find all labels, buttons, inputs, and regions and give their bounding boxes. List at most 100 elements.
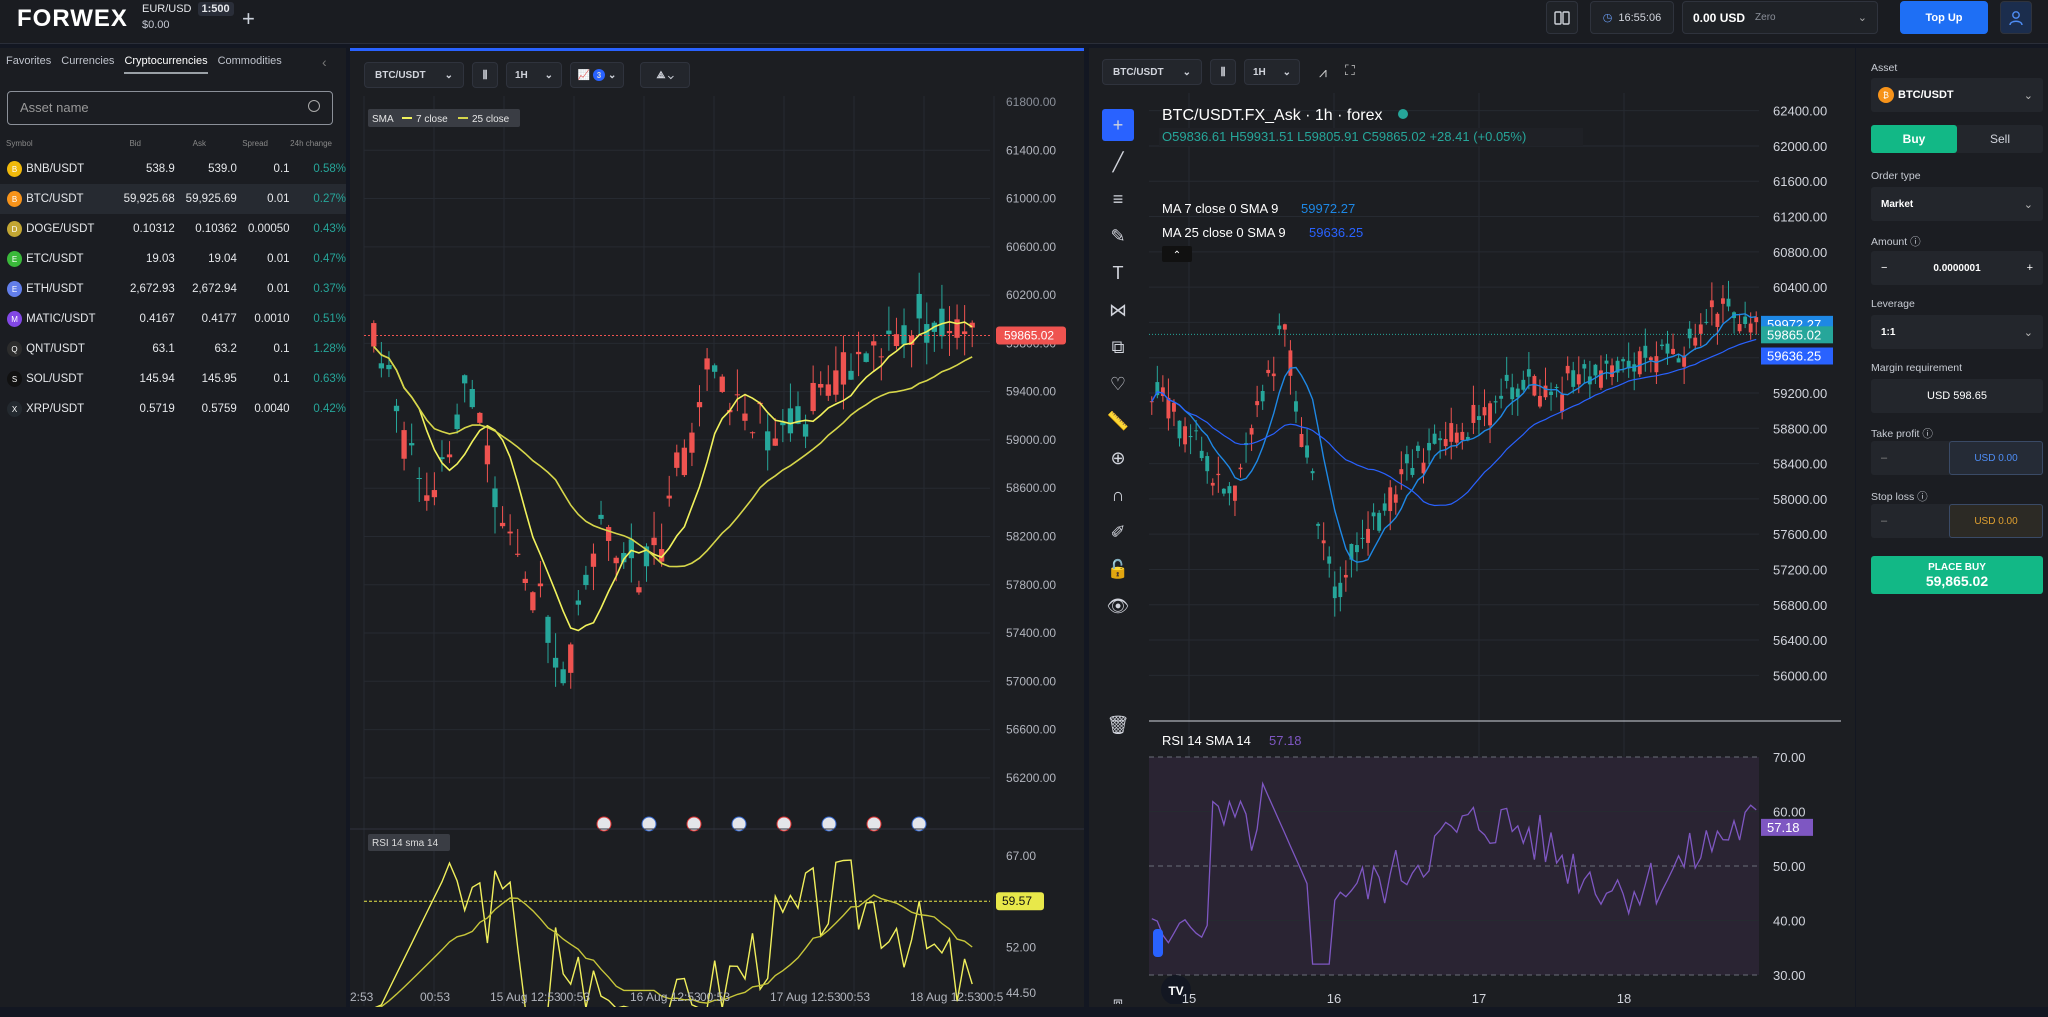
- asset-symbol: MATIC/USDT: [26, 313, 96, 325]
- price-tick: 60600.00: [1006, 240, 1056, 254]
- candle: [424, 495, 430, 501]
- user-profile-button[interactable]: [2000, 1, 2032, 34]
- candle: [1510, 387, 1515, 400]
- sell-button[interactable]: Sell: [1957, 125, 2043, 153]
- candle: [1377, 512, 1382, 531]
- place-buy-button[interactable]: PLACE BUY 59,865.02: [1871, 556, 2043, 594]
- asset-table-header: Symbol Bid Ask Spread 24h change: [6, 139, 336, 148]
- asset-symbol: ETH/USDT: [26, 283, 84, 295]
- header-change[interactable]: 24h change: [268, 139, 332, 148]
- asset-change: 0.47%: [313, 253, 346, 265]
- chart2-indicators-icon[interactable]: ⩘: [1319, 64, 1327, 81]
- stop-loss-value[interactable]: USD 0.00: [1949, 504, 2043, 538]
- rsi-tick: 70.00: [1773, 750, 1806, 765]
- candle: [552, 657, 559, 668]
- header-ask[interactable]: Ask: [141, 139, 206, 148]
- chart2-interval-selector[interactable]: 1H ⌄: [1244, 59, 1300, 85]
- asset-change: 0.43%: [313, 223, 346, 235]
- asset-change: 1.28%: [313, 343, 346, 355]
- chart2-canvas[interactable]: + ╱ ≡ ✎ T ⋈ ⧉ ♡ 📏 ⊕ ∩ ✐ 🔓 👁 🗑 ⧈ 62400.00 62000.00 61600.00…: [1089, 93, 1855, 1004]
- price-tick: 62000.00: [1773, 139, 1827, 154]
- trend-line-icon: ╱: [1112, 151, 1125, 173]
- price-tick: 57000.00: [1006, 674, 1056, 688]
- asset-selector[interactable]: ₿ BTC/USDT ⌄: [1871, 78, 2043, 112]
- asset-row[interactable]: Q QNT/USDT 63.1 63.2 0.1 1.28%: [0, 334, 346, 364]
- asset-row[interactable]: B BNB/USDT 538.9 539.0 0.1 0.58%: [0, 154, 346, 184]
- chart2-candle-type-button[interactable]: ⫼: [1210, 59, 1236, 85]
- candle: [1698, 324, 1703, 334]
- chart1-candle-type-button[interactable]: ⫼: [472, 62, 498, 88]
- time-tick: 15 Aug 12:53: [490, 990, 561, 1004]
- candle: [1188, 436, 1193, 438]
- asset-row[interactable]: B BTC/USDT 59,925.68 59,925.69 0.01 0.27%: [0, 184, 346, 214]
- candle: [568, 644, 574, 673]
- chart1-canvas[interactable]: 61800.00 61400.00 61000.00 60600.00 60200.00…: [350, 96, 1084, 1007]
- buy-button[interactable]: Buy: [1871, 125, 1957, 153]
- price-tick: 56400.00: [1773, 633, 1827, 648]
- price-tick: 60200.00: [1006, 288, 1056, 302]
- candle: [696, 402, 703, 408]
- logo[interactable]: FORWEX: [17, 5, 128, 33]
- tab-currencies[interactable]: Currencies: [61, 55, 114, 74]
- leverage-select[interactable]: 1:1 ⌄: [1871, 315, 2043, 349]
- price-tick: 59200.00: [1773, 386, 1827, 401]
- coin-icon: Q: [7, 341, 23, 357]
- add-tab-icon[interactable]: +: [242, 6, 255, 32]
- chart1-drawing-button[interactable]: ⟁ ⌄: [640, 62, 690, 88]
- order-type-select[interactable]: Market ⌄: [1871, 187, 2043, 221]
- top-up-button[interactable]: Top Up: [1900, 1, 1988, 34]
- asset-search-input[interactable]: Asset name: [7, 91, 333, 125]
- take-profit-field[interactable]: – USD 0.00: [1871, 441, 2043, 475]
- header-symbol[interactable]: Symbol: [6, 139, 86, 148]
- candle: [1748, 323, 1753, 333]
- layout-toggle-button[interactable]: [1546, 1, 1578, 34]
- tab-favorites[interactable]: Favorites: [6, 55, 51, 74]
- info-icon[interactable]: ⓘ: [1910, 236, 1921, 248]
- price-tick: 58600.00: [1006, 481, 1056, 495]
- candle: [477, 412, 483, 423]
- account-summary[interactable]: EUR/USD 1:500 $0.00: [142, 2, 234, 31]
- rsi-tick: 30.00: [1773, 968, 1806, 983]
- asset-row[interactable]: E ETC/USDT 19.03 19.04 0.01 0.47%: [0, 244, 346, 274]
- chart1-interval-selector[interactable]: 1H ⌄: [506, 62, 562, 88]
- header-bid[interactable]: Bid: [86, 139, 141, 148]
- chevron-down-icon: ⌄: [2023, 326, 2033, 339]
- asset-row[interactable]: D DOGE/USDT 0.10312 0.10362 0.00050 0.43%: [0, 214, 346, 244]
- tab-commodities[interactable]: Commodities: [218, 55, 282, 74]
- coin-icon: B: [7, 161, 23, 177]
- candle: [409, 443, 415, 446]
- amount-stepper[interactable]: − 0.0000001 +: [1871, 251, 2043, 285]
- stop-loss-label-text: Stop loss: [1871, 491, 1915, 503]
- collapse-panel-icon[interactable]: ‹: [322, 54, 327, 70]
- candle: [1299, 433, 1304, 448]
- asset-spread: 0.01: [267, 193, 290, 205]
- candle: [1687, 328, 1692, 339]
- plus-icon[interactable]: +: [2027, 262, 2033, 274]
- chart1-indicators-button[interactable]: 📈 3 ⌄: [570, 62, 624, 88]
- stop-loss-field[interactable]: – USD 0.00: [1871, 504, 2043, 538]
- info-icon[interactable]: ⓘ: [1922, 428, 1933, 440]
- chart1-symbol-selector[interactable]: BTC/USDT ⌄: [364, 62, 464, 88]
- asset-row[interactable]: E ETH/USDT 2,672.93 2,672.94 0.01 0.37%: [0, 274, 346, 304]
- info-icon[interactable]: ⓘ: [1917, 491, 1928, 503]
- chart2-symbol-selector[interactable]: BTC/USDT ⌄: [1102, 59, 1202, 85]
- stop-loss-input[interactable]: –: [1871, 515, 1949, 527]
- candle: [628, 539, 634, 559]
- chevron-down-icon: ⌄: [544, 69, 553, 81]
- candle: [825, 384, 831, 396]
- candle: [393, 405, 400, 412]
- header-spread[interactable]: Spread: [206, 139, 268, 148]
- take-profit-value[interactable]: USD 0.00: [1949, 441, 2043, 475]
- minus-icon[interactable]: −: [1881, 262, 1887, 274]
- asset-row[interactable]: S SOL/USDT 145.94 145.95 0.1 0.63%: [0, 364, 346, 394]
- equity-selector[interactable]: 0.00 USD Zero ⌄: [1682, 1, 1878, 34]
- amount-value[interactable]: 0.0000001: [1933, 263, 1980, 274]
- asset-row[interactable]: M MATIC/USDT 0.4167 0.4177 0.0010 0.51%: [0, 304, 346, 334]
- fullscreen-icon[interactable]: ⛶: [1345, 62, 1355, 79]
- asset-row[interactable]: X XRP/USDT 0.5719 0.5759 0.0040 0.42%: [0, 394, 346, 424]
- take-profit-input[interactable]: –: [1871, 452, 1949, 464]
- candle: [1554, 386, 1559, 388]
- ma25-line: [1151, 338, 1757, 507]
- tab-cryptocurrencies[interactable]: Cryptocurrencies: [124, 55, 208, 74]
- chart2-symbol: BTC/USDT: [1113, 66, 1164, 78]
